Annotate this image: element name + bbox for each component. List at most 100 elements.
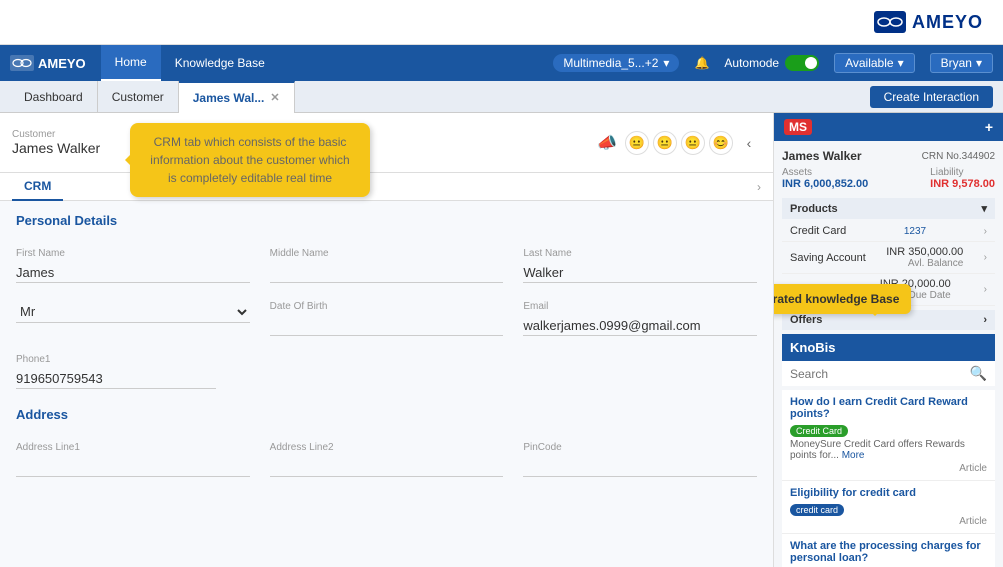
customer-name-display: James Walker — [12, 140, 100, 156]
kb-article-type-0: Article — [790, 463, 987, 474]
automode-control: Automode — [724, 55, 819, 71]
tab-label: James Wal... — [193, 91, 265, 105]
phone-field: Phone1 — [16, 354, 757, 389]
emoji-btn-4[interactable]: 😊 — [709, 131, 733, 155]
dob-input[interactable] — [270, 316, 504, 336]
finance-row: Assets INR 6,000,852.00 Liability INR 9,… — [782, 167, 995, 190]
sub-nav: Dashboard Customer James Wal... ✕ Create… — [0, 81, 1003, 113]
tab-james-walker[interactable]: James Wal... ✕ — [179, 81, 295, 113]
product-saving-account[interactable]: Saving Account INR 350,000.00 Avl. Balan… — [782, 242, 995, 274]
product-balance-1: INR 350,000.00 Avl. Balance — [886, 246, 963, 269]
phone-input[interactable] — [16, 369, 216, 389]
address-line2-label: Address Line2 — [270, 442, 504, 453]
last-name-field: Last Name — [523, 248, 757, 283]
product-arrow-2: › — [984, 284, 987, 295]
emoji-btn-2[interactable]: 😐 — [653, 131, 677, 155]
nav-item-knowledge-base[interactable]: Knowledge Base — [161, 45, 279, 81]
tab-customer[interactable]: Customer — [98, 81, 179, 113]
last-name-label: Last Name — [523, 248, 757, 259]
kb-article-0: How do I earn Credit Card Reward points?… — [782, 390, 995, 481]
kb-article-tags-0: Credit Card — [790, 423, 987, 437]
customer-info: Customer James Walker — [12, 129, 100, 156]
content-area: Customer James Walker CRM tab which cons… — [0, 113, 773, 567]
address-line2-field: Address Line2 — [270, 442, 504, 477]
chevron-down-icon: ▾ — [663, 56, 669, 70]
salutation-select[interactable]: Mr Mrs Ms — [16, 301, 250, 323]
user-menu[interactable]: Bryan ▾ — [930, 53, 993, 73]
search-icon[interactable]: 🔍 — [970, 365, 987, 382]
right-panel-close-icon[interactable]: + — [985, 119, 993, 135]
knobis-title: KnoBis — [790, 340, 836, 355]
pincode-input[interactable] — [523, 457, 757, 477]
nav-logo: AMEYO — [10, 55, 86, 71]
tab-close-icon[interactable]: ✕ — [270, 91, 279, 104]
available-button[interactable]: Available ▾ — [834, 53, 915, 73]
automode-label: Automode — [724, 56, 779, 70]
chevron-right-icon: › — [983, 314, 987, 326]
ms-badge: MS — [784, 119, 812, 135]
address-line1-input[interactable] — [16, 457, 250, 477]
kb-article-tags-1: credit card — [790, 502, 987, 516]
pincode-label: PinCode — [523, 442, 757, 453]
kb-article-title-1[interactable]: Eligibility for credit card — [790, 487, 987, 499]
knobis-header: Integrated knowledge Base KnoBis — [782, 334, 995, 361]
phone-label: Phone1 — [16, 354, 757, 365]
name-row: First Name Middle Name Last Name — [16, 248, 757, 283]
chevron-down-icon: ▾ — [898, 56, 904, 70]
last-name-input[interactable] — [523, 263, 757, 283]
knobis-tooltip: Integrated knowledge Base — [774, 284, 911, 314]
product-credit-card[interactable]: Credit Card 1237 › — [782, 221, 995, 242]
product-id-0: 1237 — [904, 226, 926, 237]
product-arrow-1: › — [984, 252, 987, 263]
address-section: Address Address Line1 Address Line2 PinC… — [16, 407, 757, 477]
tab-dashboard[interactable]: Dashboard — [10, 81, 98, 113]
product-arrow-0: › — [984, 226, 987, 237]
dob-field: Date Of Birth — [270, 301, 504, 336]
first-name-label: First Name — [16, 248, 250, 259]
assets-value: INR 6,000,852.00 — [782, 178, 868, 190]
crm-tab[interactable]: CRM — [12, 173, 63, 201]
emoji-btn-1[interactable]: 😐 — [625, 131, 649, 155]
middle-name-input[interactable] — [270, 263, 504, 283]
phone-row: Phone1 — [16, 354, 757, 389]
kb-article-type-1: Article — [790, 516, 987, 527]
crm-tab-arrow[interactable]: › — [757, 180, 761, 194]
assets-label: Assets — [782, 167, 868, 178]
customer-label: Customer — [12, 129, 100, 140]
nav-logo-text: AMEYO — [38, 56, 86, 71]
nav-left-icon[interactable]: ‹ — [737, 131, 761, 155]
create-interaction-button[interactable]: Create Interaction — [870, 86, 993, 108]
bell-icon[interactable]: 🔔 — [694, 56, 709, 70]
products-header[interactable]: Products ▾ — [782, 198, 995, 219]
first-name-input[interactable] — [16, 263, 250, 283]
chevron-down-icon: ▾ — [981, 202, 987, 215]
available-label: Available — [845, 56, 893, 70]
user-name: Bryan — [941, 56, 972, 70]
right-panel: MS + James Walker CRN No.344902 Assets I… — [773, 113, 1003, 567]
brand-name: AMEYO — [912, 12, 983, 33]
first-name-field: First Name — [16, 248, 250, 283]
salutation-field: Mr Mrs Ms — [16, 301, 250, 336]
contact-row: Mr Mrs Ms Date Of Birth Email — [16, 301, 757, 336]
kb-search-input[interactable] — [790, 367, 970, 381]
email-input[interactable] — [523, 316, 757, 336]
right-panel-header: MS + — [774, 113, 1003, 141]
kb-more-0[interactable]: More — [842, 450, 865, 461]
assets-item: Assets INR 6,000,852.00 — [782, 167, 868, 190]
address-line2-input[interactable] — [270, 457, 504, 477]
products-label: Products — [790, 203, 838, 215]
kb-article-title-0[interactable]: How do I earn Credit Card Reward points? — [790, 396, 987, 420]
kb-article-title-2[interactable]: What are the processing charges for pers… — [790, 540, 987, 564]
address-line1-field: Address Line1 — [16, 442, 250, 477]
chevron-down-icon: ▾ — [976, 56, 982, 70]
nav-item-home[interactable]: Home — [101, 45, 161, 81]
customer-actions: 📣 😐 😐 😐 😊 ‹ — [597, 131, 761, 155]
liability-value: INR 9,578.00 — [930, 178, 995, 190]
kb-article-2: What are the processing charges for pers… — [782, 534, 995, 567]
main-layout: Customer James Walker CRM tab which cons… — [0, 113, 1003, 567]
crm-tooltip: CRM tab which consists of the basic info… — [130, 123, 370, 197]
automode-toggle[interactable] — [785, 55, 819, 71]
megaphone-icon: 📣 — [597, 133, 617, 153]
emoji-btn-3[interactable]: 😐 — [681, 131, 705, 155]
multimedia-selector[interactable]: Multimedia_5...+2 ▾ — [553, 54, 679, 72]
